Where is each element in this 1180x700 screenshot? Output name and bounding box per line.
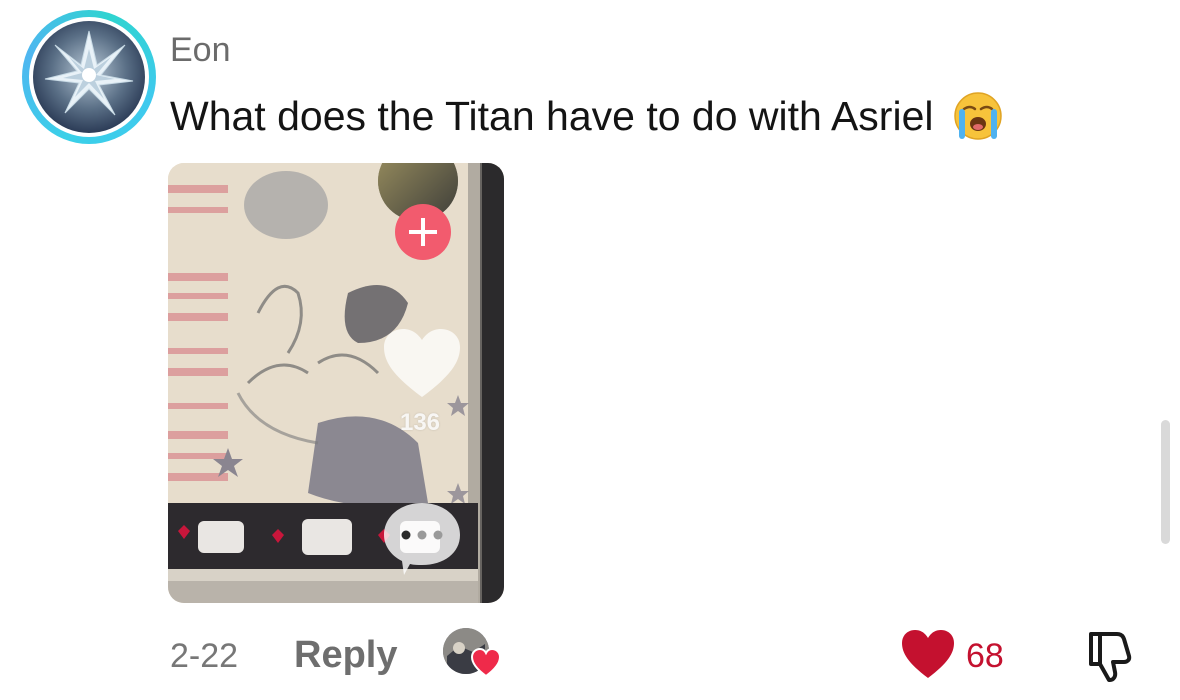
plus-icon[interactable]: [394, 203, 452, 261]
loudly-crying-face-emoji-icon: [952, 90, 1004, 142]
comment-body: What does the Titan have to do with Asri…: [170, 90, 1004, 142]
avatar-ring-gap: [29, 17, 149, 137]
like-count: 68: [966, 637, 1004, 675]
comment-text: What does the Titan have to do with Asri…: [170, 93, 934, 139]
comment-date: 2-22: [170, 637, 239, 675]
comment-username[interactable]: Eon: [170, 30, 231, 70]
user-avatar[interactable]: [22, 10, 156, 144]
thumbs-down-icon[interactable]: [1083, 628, 1135, 682]
avatar-image: [33, 21, 145, 133]
video-like-count: 136: [399, 409, 441, 436]
comment-page: Eon What does the Titan have to do with …: [0, 0, 1180, 700]
creator-liked-heart-icon: [471, 648, 501, 678]
heart-icon[interactable]: [382, 327, 462, 399]
scrollbar[interactable]: [1161, 420, 1170, 544]
video-thumbnail[interactable]: 136: [168, 163, 504, 603]
reply-button[interactable]: Reply: [294, 634, 397, 676]
creator-liked-badge: [443, 628, 501, 680]
comment-bubble-icon[interactable]: [382, 499, 462, 577]
heart-filled-icon[interactable]: [900, 628, 956, 680]
